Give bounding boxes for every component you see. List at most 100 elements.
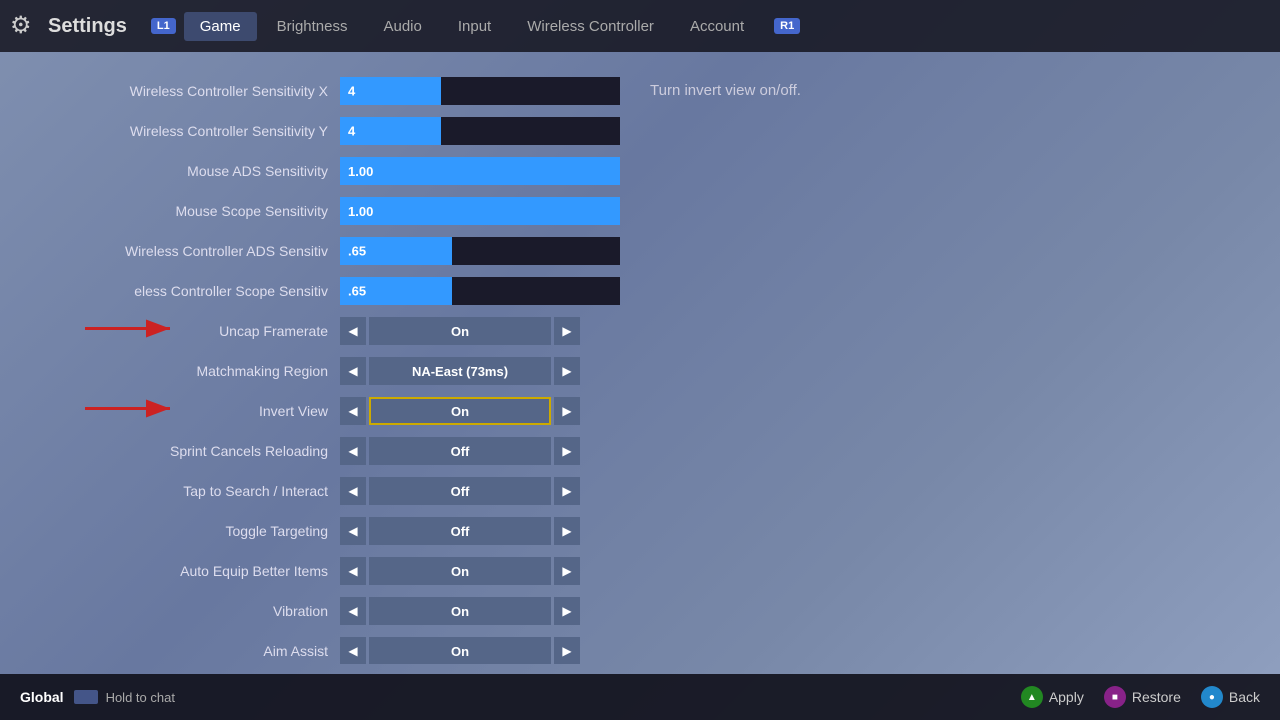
toggle-right-uncap_framerate[interactable]: [554, 317, 580, 345]
toggle-control-vibration: On: [340, 597, 580, 625]
toggle-value-vibration: On: [369, 597, 551, 625]
restore-action[interactable]: ■ Restore: [1104, 686, 1181, 708]
setting-description: Turn invert view on/off.: [650, 82, 801, 99]
toggle-right-toggle_targeting[interactable]: [554, 517, 580, 545]
toggle-control-tap_search: Off: [340, 477, 580, 505]
apply-label: Apply: [1049, 689, 1084, 705]
tab-input[interactable]: Input: [442, 12, 507, 41]
setting-row-invert_view: Invert View On: [0, 392, 620, 430]
toggle-left-aim_assist[interactable]: [340, 637, 366, 664]
slider-value-mouse_scope: 1.00: [348, 204, 373, 219]
label-toggle_targeting: Toggle Targeting: [0, 523, 340, 539]
setting-row-wcx: Wireless Controller Sensitivity X 4: [0, 72, 620, 110]
toggle-control-matchmaking_region: NA-East (73ms): [340, 357, 580, 385]
setting-row-auto_equip: Auto Equip Better Items On: [0, 552, 620, 590]
toggle-value-matchmaking_region: NA-East (73ms): [369, 357, 551, 385]
label-wc_ads: Wireless Controller ADS Sensitiv: [0, 243, 340, 259]
setting-row-mouse_ads: Mouse ADS Sensitivity 1.00: [0, 152, 620, 190]
toggle-value-invert_view: On: [369, 397, 551, 425]
bottom-bar: Global Hold to chat ▲ Apply ■ Restore ● …: [0, 674, 1280, 720]
slider-control-mouse_ads[interactable]: 1.00: [340, 157, 620, 185]
label-wcy: Wireless Controller Sensitivity Y: [0, 123, 340, 139]
slider-control-mouse_scope[interactable]: 1.00: [340, 197, 620, 225]
label-aim_assist: Aim Assist: [0, 643, 340, 659]
toggle-right-invert_view[interactable]: [554, 397, 580, 425]
toggle-value-toggle_targeting: Off: [369, 517, 551, 545]
toggle-control-uncap_framerate: On: [340, 317, 580, 345]
r1-badge: R1: [774, 18, 800, 34]
toggle-left-matchmaking_region[interactable]: [340, 357, 366, 385]
tab-account[interactable]: Account: [674, 12, 760, 41]
toggle-left-vibration[interactable]: [340, 597, 366, 625]
toggle-left-uncap_framerate[interactable]: [340, 317, 366, 345]
slider-control-wc_scope[interactable]: .65: [340, 277, 620, 305]
square-button: ■: [1104, 686, 1126, 708]
toggle-left-sprint_cancels[interactable]: [340, 437, 366, 465]
nav-bar: ⚙ Settings L1 Game Brightness Audio Inpu…: [0, 0, 1280, 52]
slider-control-wcx[interactable]: 4: [340, 77, 620, 105]
toggle-right-vibration[interactable]: [554, 597, 580, 625]
slider-value-wc_ads: .65: [348, 244, 366, 259]
toggle-right-tap_search[interactable]: [554, 477, 580, 505]
circle-button: ●: [1201, 686, 1223, 708]
back-action[interactable]: ● Back: [1201, 686, 1260, 708]
label-vibration: Vibration: [0, 603, 340, 619]
toggle-value-aim_assist: On: [369, 637, 551, 664]
slider-value-mouse_ads: 1.00: [348, 164, 373, 179]
settings-list: Wireless Controller Sensitivity X 4 Wire…: [0, 62, 620, 664]
label-mouse_ads: Mouse ADS Sensitivity: [0, 163, 340, 179]
setting-row-sprint_cancels: Sprint Cancels Reloading Off: [0, 432, 620, 470]
toggle-right-aim_assist[interactable]: [554, 637, 580, 664]
setting-row-wc_scope: eless Controller Scope Sensitiv .65: [0, 272, 620, 310]
toggle-left-tap_search[interactable]: [340, 477, 366, 505]
toggle-control-aim_assist: On: [340, 637, 580, 664]
slider-value-wcx: 4: [348, 84, 355, 99]
triangle-button: ▲: [1021, 686, 1043, 708]
tab-wireless-controller[interactable]: Wireless Controller: [511, 12, 670, 41]
label-sprint_cancels: Sprint Cancels Reloading: [0, 443, 340, 459]
toggle-right-matchmaking_region[interactable]: [554, 357, 580, 385]
hold-to-chat: Hold to chat: [74, 690, 175, 705]
label-matchmaking_region: Matchmaking Region: [0, 363, 340, 379]
setting-row-toggle_targeting: Toggle Targeting Off: [0, 512, 620, 550]
label-mouse_scope: Mouse Scope Sensitivity: [0, 203, 340, 219]
toggle-value-sprint_cancels: Off: [369, 437, 551, 465]
apply-action[interactable]: ▲ Apply: [1021, 686, 1084, 708]
toggle-control-invert_view: On: [340, 397, 580, 425]
slider-value-wc_scope: .65: [348, 284, 366, 299]
tab-brightness[interactable]: Brightness: [261, 12, 364, 41]
setting-row-wc_ads: Wireless Controller ADS Sensitiv .65: [0, 232, 620, 270]
tab-game[interactable]: Game: [184, 12, 257, 41]
chat-icon: [74, 690, 98, 704]
tab-audio[interactable]: Audio: [367, 12, 437, 41]
toggle-value-uncap_framerate: On: [369, 317, 551, 345]
slider-control-wcy[interactable]: 4: [340, 117, 620, 145]
label-uncap_framerate: Uncap Framerate: [0, 323, 340, 339]
l1-badge: L1: [151, 18, 176, 34]
toggle-right-auto_equip[interactable]: [554, 557, 580, 585]
label-wcx: Wireless Controller Sensitivity X: [0, 83, 340, 99]
restore-label: Restore: [1132, 689, 1181, 705]
toggle-left-toggle_targeting[interactable]: [340, 517, 366, 545]
settings-gear-icon: ⚙: [10, 11, 40, 41]
toggle-right-sprint_cancels[interactable]: [554, 437, 580, 465]
label-tap_search: Tap to Search / Interact: [0, 483, 340, 499]
app-title: Settings: [48, 15, 127, 38]
back-label: Back: [1229, 689, 1260, 705]
hold-to-chat-text: Hold to chat: [106, 690, 175, 705]
setting-row-vibration: Vibration On: [0, 592, 620, 630]
toggle-control-sprint_cancels: Off: [340, 437, 580, 465]
toggle-value-tap_search: Off: [369, 477, 551, 505]
setting-row-uncap_framerate: Uncap Framerate On: [0, 312, 620, 350]
toggle-left-auto_equip[interactable]: [340, 557, 366, 585]
description-panel: Turn invert view on/off.: [620, 62, 1280, 664]
toggle-control-toggle_targeting: Off: [340, 517, 580, 545]
setting-row-matchmaking_region: Matchmaking Region NA-East (73ms): [0, 352, 620, 390]
slider-control-wc_ads[interactable]: .65: [340, 237, 620, 265]
setting-row-aim_assist: Aim Assist On: [0, 632, 620, 664]
toggle-value-auto_equip: On: [369, 557, 551, 585]
label-wc_scope: eless Controller Scope Sensitiv: [0, 283, 340, 299]
toggle-left-invert_view[interactable]: [340, 397, 366, 425]
label-auto_equip: Auto Equip Better Items: [0, 563, 340, 579]
setting-row-mouse_scope: Mouse Scope Sensitivity 1.00: [0, 192, 620, 230]
